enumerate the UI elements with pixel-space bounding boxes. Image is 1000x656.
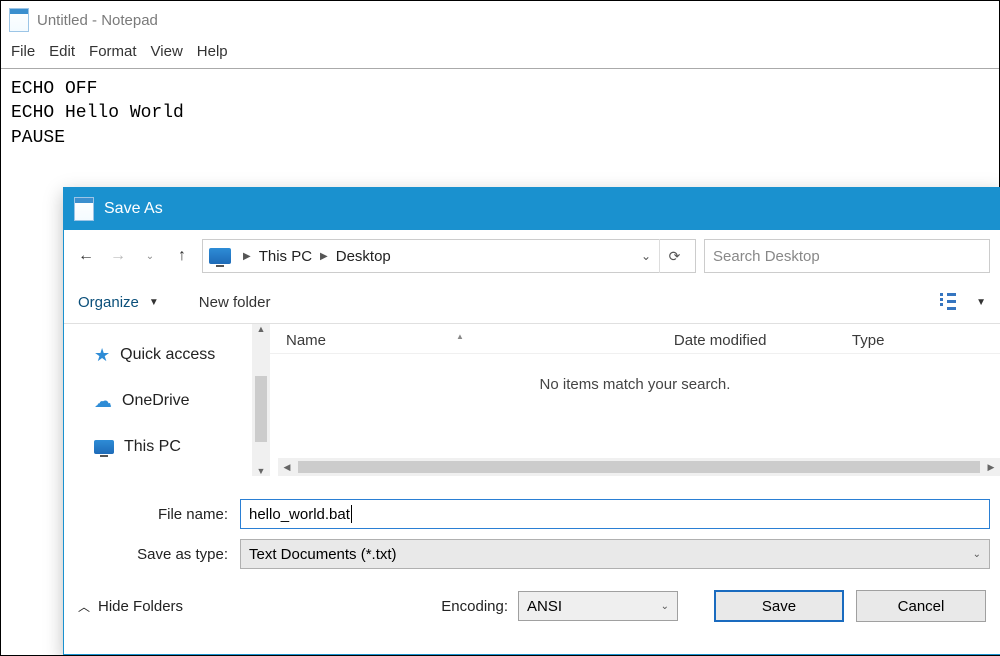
forward-button[interactable]: → [106,244,130,268]
notepad-menubar: File Edit Format View Help [1,39,999,69]
column-headers: Name ▲ Date modified Type [270,324,1000,354]
chevron-right-icon[interactable]: ▶ [239,251,255,262]
cancel-button[interactable]: Cancel [856,590,986,622]
new-folder-button[interactable]: New folder [199,294,271,311]
save-type-select[interactable]: Text Documents (*.txt) ⌄ [240,539,990,569]
sidebar-item-onedrive[interactable]: ☁ OneDrive [76,378,270,424]
chevron-up-icon: ︿ [78,598,90,615]
sidebar: ★ Quick access ☁ OneDrive This PC ▲ ▼ [64,324,270,476]
dialog-body: ★ Quick access ☁ OneDrive This PC ▲ ▼ Na… [64,324,1000,476]
toolbar: Organize ▼ New folder ▼ [64,282,1000,324]
sidebar-item-label: This PC [124,438,181,456]
hide-folders-button[interactable]: ︿ Hide Folders [78,598,183,615]
dialog-title: Save As [104,200,163,218]
save-type-label: Save as type: [74,546,240,563]
breadcrumb-child[interactable]: Desktop [336,248,391,265]
scrollbar-thumb[interactable] [255,376,267,442]
chevron-down-icon[interactable]: ▼ [976,297,986,308]
file-fields: File name: hello_world.bat Save as type:… [64,476,1000,574]
empty-message: No items match your search. [270,376,1000,393]
back-button[interactable]: ← [74,244,98,268]
notepad-textarea[interactable]: ECHO OFF ECHO Hello World PAUSE [1,69,999,158]
column-name[interactable]: Name [270,332,666,349]
encoding-label: Encoding: [441,598,508,615]
sidebar-scrollbar[interactable]: ▲ ▼ [252,324,270,476]
menu-file[interactable]: File [11,43,35,60]
notepad-icon [74,197,94,221]
notepad-titlebar: Untitled - Notepad [1,1,999,39]
menu-help[interactable]: Help [197,43,228,60]
recent-dropdown[interactable]: ⌄ [138,244,162,268]
sort-indicator-icon: ▲ [456,332,464,341]
search-placeholder: Search Desktop [713,248,820,265]
scroll-left-icon[interactable]: ◀ [278,462,296,473]
horizontal-scrollbar[interactable]: ◀ ▶ [278,458,1000,476]
chevron-down-icon[interactable]: ⌄ [637,249,655,263]
save-as-dialog: Save As ← → ⌄ ↑ ▶ This PC ▶ Desktop ⌄ ⟳ … [63,187,1000,655]
sidebar-item-label: Quick access [120,346,215,364]
window-title: Untitled - Notepad [37,12,158,29]
menu-format[interactable]: Format [89,43,137,60]
dialog-bottom: ︿ Hide Folders Encoding: ANSI ⌄ Save Can… [64,574,1000,638]
pc-icon [94,440,114,454]
sidebar-item-this-pc[interactable]: This PC [76,424,270,470]
save-button[interactable]: Save [714,590,844,622]
sidebar-item-quick-access[interactable]: ★ Quick access [76,332,270,378]
menu-edit[interactable]: Edit [49,43,75,60]
scrollbar-thumb[interactable] [298,461,980,473]
organize-menu[interactable]: Organize ▼ [78,294,159,311]
sidebar-item-label: OneDrive [122,392,190,410]
file-name-label: File name: [74,506,240,523]
file-name-input[interactable]: hello_world.bat [240,499,990,529]
column-type[interactable]: Type [852,332,885,349]
chevron-down-icon: ▼ [149,297,159,308]
cloud-icon: ☁ [94,391,112,412]
star-icon: ★ [94,345,110,366]
encoding-select[interactable]: ANSI ⌄ [518,591,678,621]
up-button[interactable]: ↑ [170,244,194,268]
nav-bar: ← → ⌄ ↑ ▶ This PC ▶ Desktop ⌄ ⟳ Search D… [64,230,1000,282]
scroll-up-icon[interactable]: ▲ [257,324,266,334]
chevron-right-icon[interactable]: ▶ [316,251,332,262]
dialog-titlebar: Save As [64,188,1000,230]
search-input[interactable]: Search Desktop [704,239,990,273]
column-date[interactable]: Date modified [674,332,852,349]
refresh-button[interactable]: ⟳ [659,239,689,273]
pc-icon [209,248,231,264]
scroll-right-icon[interactable]: ▶ [982,462,1000,473]
scroll-down-icon[interactable]: ▼ [257,466,266,476]
breadcrumb-bar[interactable]: ▶ This PC ▶ Desktop ⌄ ⟳ [202,239,696,273]
menu-view[interactable]: View [151,43,183,60]
chevron-down-icon: ⌄ [973,549,981,560]
chevron-down-icon: ⌄ [661,601,669,612]
notepad-icon [9,8,29,32]
view-options-button[interactable] [940,293,972,313]
breadcrumb-root[interactable]: This PC [259,248,312,265]
file-list: Name ▲ Date modified Type No items match… [270,324,1000,476]
